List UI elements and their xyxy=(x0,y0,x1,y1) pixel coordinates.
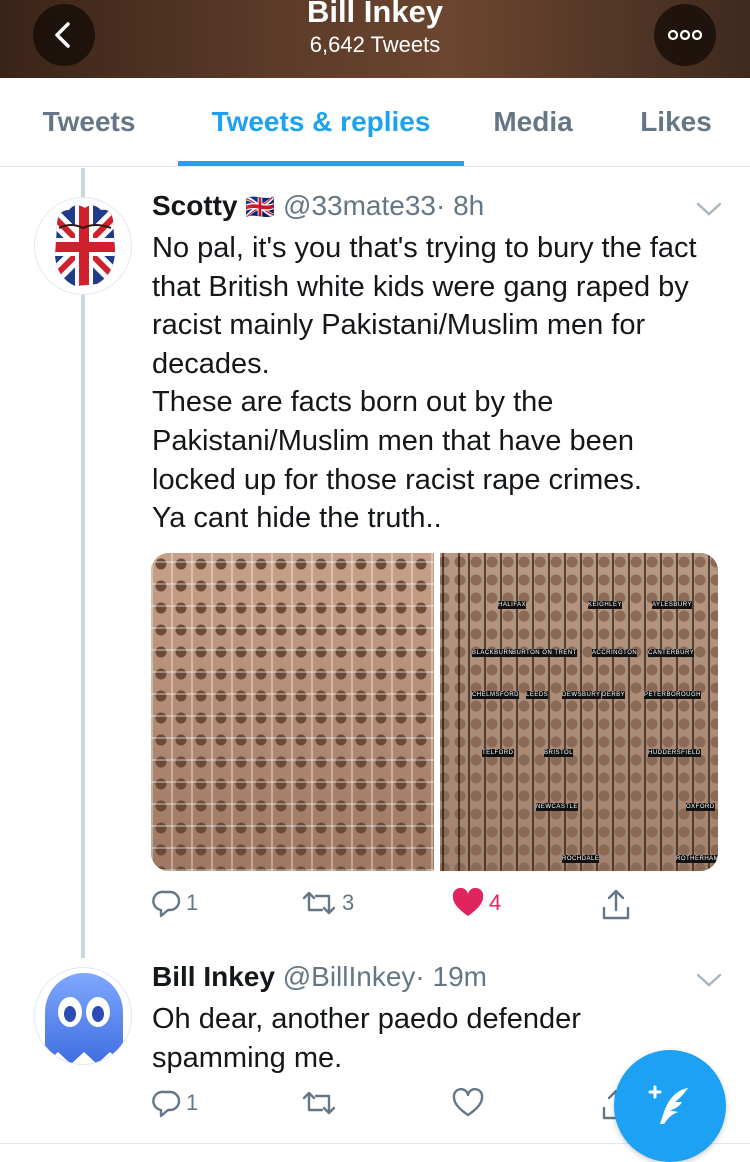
tweet-header: Bill Inkey @BillInkey· 19m xyxy=(152,961,487,993)
compose-icon xyxy=(648,1085,688,1124)
author-handle: @BillInkey xyxy=(282,961,416,992)
retweet-button[interactable] xyxy=(300,1088,338,1118)
more-button[interactable] xyxy=(654,4,716,66)
share-icon xyxy=(602,889,630,920)
author-name[interactable]: Scotty xyxy=(152,190,238,221)
tweet-count: 6,642 Tweets xyxy=(309,32,441,57)
compose-tweet-button[interactable] xyxy=(614,1050,726,1162)
more-icon xyxy=(667,29,703,41)
retweet-button[interactable]: 3 xyxy=(300,888,354,918)
media-caption: AYLESBURY xyxy=(652,601,692,609)
media-caption: BLACKBURN xyxy=(472,649,514,657)
profile-name: Bill Inkey xyxy=(306,0,444,29)
avatar[interactable] xyxy=(34,967,132,1065)
media-caption: PETERBOROUGH xyxy=(644,691,702,699)
retweet-icon xyxy=(302,891,336,915)
reply-button[interactable]: 1 xyxy=(152,888,198,918)
uk-flag-icon: 🇬🇧 xyxy=(245,194,276,221)
tab-likes[interactable]: Likes xyxy=(638,78,714,166)
media-caption: BURTON ON TRENT xyxy=(512,649,577,657)
media-caption: KEIGHLEY xyxy=(588,601,623,609)
author-name[interactable]: Bill Inkey xyxy=(152,961,275,992)
active-tab-indicator xyxy=(178,161,464,166)
tweet-text: No pal, it's you that's trying to bury t… xyxy=(152,232,697,535)
like-button[interactable] xyxy=(451,1088,485,1118)
profile-header: Bill Inkey 6,642 Tweets xyxy=(0,0,750,78)
avatar[interactable] xyxy=(34,197,132,295)
tweet-media[interactable]: HALIFAX KEIGHLEY AYLESBURY BLACKBURN BUR… xyxy=(151,553,718,871)
reply-count: 1 xyxy=(186,890,199,915)
ghost-icon xyxy=(45,973,123,1064)
chevron-down-icon[interactable] xyxy=(694,199,724,219)
heart-icon xyxy=(452,1088,484,1117)
media-caption: DERBY xyxy=(602,691,626,699)
reply-icon xyxy=(152,1090,181,1118)
media-caption: DEWSBURY xyxy=(562,691,601,699)
tweet-header: Scotty 🇬🇧 @33mate33· 8h xyxy=(152,190,484,222)
tweet-time: · 19m xyxy=(415,961,487,992)
media-caption: LEEDS xyxy=(526,691,549,699)
reply-button[interactable]: 1 xyxy=(152,1088,198,1118)
reply-icon xyxy=(152,890,181,918)
like-count: 4 xyxy=(489,890,502,915)
author-handle: @33mate33 xyxy=(283,190,436,221)
retweet-icon xyxy=(302,1091,336,1115)
media-caption: OXFORD xyxy=(686,803,715,811)
tab-media[interactable]: Media xyxy=(488,78,578,166)
media-image-right[interactable]: HALIFAX KEIGHLEY AYLESBURY BLACKBURN BUR… xyxy=(440,553,718,871)
media-image-left[interactable] xyxy=(151,553,434,871)
union-jack-fist-icon xyxy=(55,205,115,286)
share-button[interactable] xyxy=(600,888,632,922)
media-caption: CANTERBURY xyxy=(648,649,695,657)
media-caption: ROCHDALE xyxy=(562,855,600,863)
heart-icon xyxy=(452,888,484,916)
tab-tweets-and-replies[interactable]: Tweets & replies xyxy=(178,78,464,166)
media-caption: TELFORD xyxy=(482,749,514,757)
reply-count: 1 xyxy=(186,1090,199,1115)
media-caption: HALIFAX xyxy=(498,601,527,609)
media-caption: BRISTOL xyxy=(544,749,574,757)
media-caption: ROTHERHAM xyxy=(676,855,718,863)
media-caption: CHELMSFORD xyxy=(472,691,520,699)
tweet-time: · 8h xyxy=(436,190,485,221)
chevron-down-icon[interactable] xyxy=(694,970,724,990)
media-caption: HUDDERSFIELD xyxy=(648,749,701,757)
retweet-count: 3 xyxy=(342,890,355,915)
tweet-actions: 1 3 4 xyxy=(0,888,750,928)
like-button[interactable]: 4 xyxy=(451,888,501,918)
media-caption: NEWCASTLE xyxy=(536,803,578,811)
tweet-text: Oh dear, another paedo defender spamming… xyxy=(152,1003,589,1074)
profile-tabs: Tweets Tweets & replies Media Likes xyxy=(0,78,750,167)
media-caption: ACCRINGTON xyxy=(592,649,638,657)
tab-tweets[interactable]: Tweets xyxy=(38,78,140,166)
